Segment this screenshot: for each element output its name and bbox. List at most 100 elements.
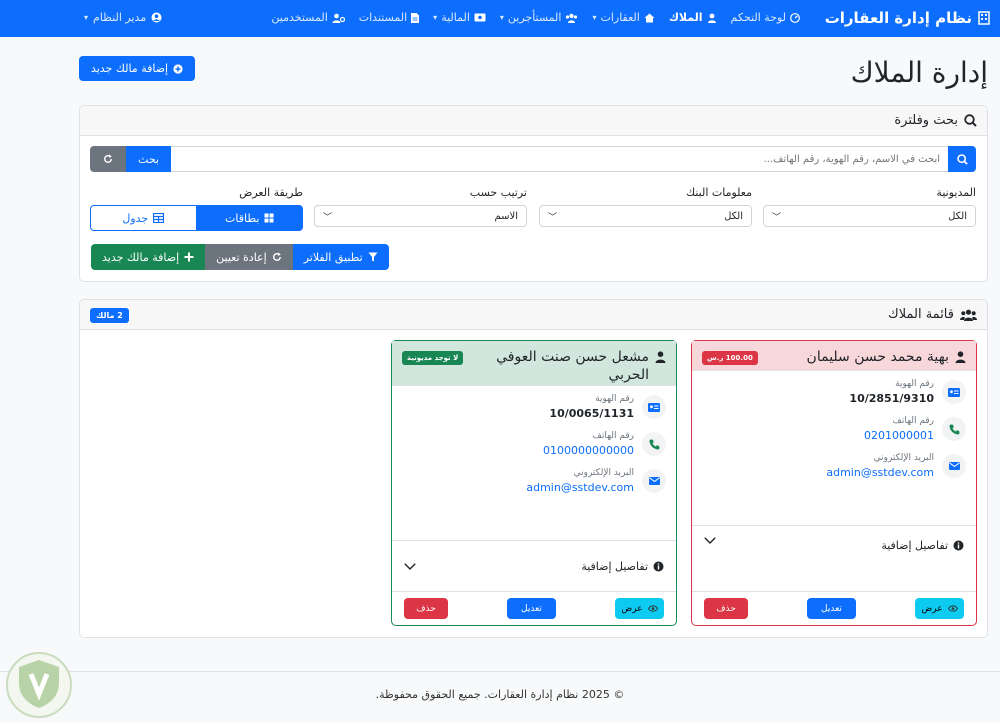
email-label: البريد الإلكتروني — [573, 468, 634, 478]
debt-select[interactable]: الكل ﹀ — [763, 205, 976, 227]
search-bar: بحث — [90, 146, 976, 172]
eye-icon — [947, 605, 958, 612]
user-menu[interactable]: مدير النظام ▾ — [84, 11, 162, 24]
user-tie-icon — [655, 351, 666, 363]
add-owner-secondary-button[interactable]: إضافة مالك جديد — [91, 244, 206, 270]
email-link[interactable]: admin@sstdev.com — [826, 466, 934, 479]
email-label: البريد الإلكتروني — [873, 453, 934, 463]
nav-item-tenants[interactable]: المستأجرين ▾ — [500, 11, 579, 24]
filter-actions: تطبيق الفلاتر إعادة تعيين إضافة مالك جدي… — [91, 244, 389, 270]
nav-item-properties[interactable]: العقارات ▾ — [592, 11, 655, 24]
brand[interactable]: نظام إدارة العقارات — [825, 9, 990, 27]
email-info: البريد الإلكتروني admin@sstdev.com — [826, 453, 934, 479]
owner-card-actions: عرض تعديل حذف — [392, 591, 676, 625]
plus-icon — [184, 252, 194, 262]
phone-row: رقم الهاتف 0201000001 — [702, 416, 966, 442]
chevron-down-icon — [404, 563, 416, 570]
id-info: رقم الهوية 10/2851/9310 — [849, 379, 934, 405]
caret-down-icon: ▾ — [84, 13, 89, 22]
refresh-button[interactable] — [90, 146, 126, 172]
owners-panel-header: قائمة الملاك — [80, 300, 987, 330]
owner-name: مشعل حسن صنت العوفي الحربي — [463, 349, 666, 384]
reset-label: إعادة تعيين — [216, 250, 267, 264]
view-cards-button[interactable]: بطاقات — [196, 205, 303, 231]
building-icon — [978, 11, 990, 25]
delete-button[interactable]: حذف — [704, 598, 748, 619]
extra-details: تفاصيل إضافية — [881, 539, 964, 552]
chevron-down-icon — [704, 537, 716, 544]
owner-name: بهية محمد حسن سليمان — [807, 349, 966, 367]
filters-row: المديونية الكل ﹀ معلومات البنك الكل ﹀ تر… — [90, 186, 976, 236]
home-icon — [644, 13, 655, 23]
reset-button[interactable]: إعادة تعيين — [205, 244, 293, 270]
search-filter-panel: بحث وفلترة بحث المديونية الكل ﹀ معلومات … — [79, 105, 988, 282]
nav-menu: لوحة التحكم الملاك العقارات ▾ المستأجرين… — [271, 11, 800, 24]
user-tie-icon — [707, 13, 717, 23]
caret-down-icon: ▾ — [433, 13, 438, 22]
view-label: عرض — [921, 603, 943, 614]
caret-down-icon: ▾ — [592, 13, 597, 22]
email-row: البريد الإلكتروني admin@sstdev.com — [402, 468, 666, 494]
bank-select[interactable]: الكل ﹀ — [539, 205, 752, 227]
id-value: 10/2851/9310 — [849, 392, 934, 405]
add-owner-secondary-label: إضافة مالك جديد — [102, 250, 180, 264]
edit-button[interactable]: تعديل — [507, 598, 556, 619]
phone-label: رقم الهاتف — [592, 431, 634, 441]
view-button[interactable]: عرض — [915, 598, 964, 619]
brand-title: نظام إدارة العقارات — [824, 9, 972, 27]
id-row: رقم الهوية 10/0065/1131 — [402, 394, 666, 420]
delete-button[interactable]: حذف — [404, 598, 448, 619]
nav-item-users[interactable]: المستخدمين — [271, 11, 345, 24]
chevron-down-icon: ﹀ — [772, 212, 782, 223]
page-title: إدارة الملاك — [850, 56, 988, 89]
apply-filters-button[interactable]: تطبيق الفلاتر — [292, 244, 389, 270]
id-value: 10/0065/1131 — [549, 407, 634, 420]
id-label: رقم الهوية — [595, 394, 634, 404]
phone-link[interactable]: 0100000000000 — [543, 444, 634, 457]
view-button[interactable]: عرض — [615, 598, 664, 619]
nav-item-dashboard[interactable]: لوحة التحكم — [731, 11, 800, 24]
sort-filter: ترتيب حسب الاسم ﹀ — [314, 186, 527, 227]
owner-card-header: بهية محمد حسن سليمان 100.00 ر.س — [692, 341, 976, 371]
info-circle-icon — [653, 561, 664, 572]
search-input[interactable] — [171, 146, 948, 172]
eye-icon — [647, 605, 658, 612]
extra-details-toggle[interactable]: تفاصيل إضافية — [392, 540, 676, 592]
dashboard-icon — [790, 12, 800, 23]
id-card-icon — [942, 380, 966, 404]
search-panel-title: بحث وفلترة — [894, 113, 958, 128]
owner-name-text: بهية محمد حسن سليمان — [806, 349, 949, 365]
debt-select-value: الكل — [948, 210, 967, 222]
view-cards-label: بطاقات — [225, 211, 260, 225]
grid-icon — [264, 213, 274, 223]
id-info: رقم الهوية 10/0065/1131 — [549, 394, 634, 420]
search-panel-header: بحث وفلترة — [80, 106, 987, 136]
nav-label: الملاك — [668, 11, 703, 24]
add-owner-button[interactable]: إضافة مالك جديد — [79, 56, 195, 81]
phone-icon — [642, 432, 666, 456]
user-circle-icon — [151, 12, 162, 23]
edit-button[interactable]: تعديل — [807, 598, 856, 619]
email-link[interactable]: admin@sstdev.com — [526, 481, 634, 494]
extra-details-label: تفاصيل إضافية — [881, 539, 948, 552]
bank-select-value: الكل — [724, 210, 743, 222]
nav-item-finance[interactable]: المالية ▾ — [433, 11, 486, 24]
view-table-button[interactable]: جدول — [90, 205, 197, 231]
filter-icon — [368, 252, 378, 262]
bank-filter: معلومات البنك الكل ﹀ — [539, 186, 752, 227]
phone-link[interactable]: 0201000001 — [864, 429, 934, 442]
money-icon — [474, 13, 486, 22]
search-button[interactable]: بحث — [126, 146, 171, 172]
id-row: رقم الهوية 10/2851/9310 — [702, 379, 966, 405]
view-table-label: جدول — [122, 211, 149, 225]
envelope-icon — [942, 454, 966, 478]
sort-select[interactable]: الاسم ﹀ — [314, 205, 527, 227]
nav-label: المستأجرين — [507, 11, 562, 24]
nav-item-owners[interactable]: الملاك — [669, 11, 717, 24]
phone-label: رقم الهاتف — [892, 416, 934, 426]
nav-item-documents[interactable]: المستندات — [359, 11, 420, 24]
extra-details-toggle[interactable]: تفاصيل إضافية — [692, 525, 976, 565]
phone-icon — [942, 417, 966, 441]
id-card-icon — [642, 395, 666, 419]
caret-down-icon: ▾ — [499, 13, 504, 22]
